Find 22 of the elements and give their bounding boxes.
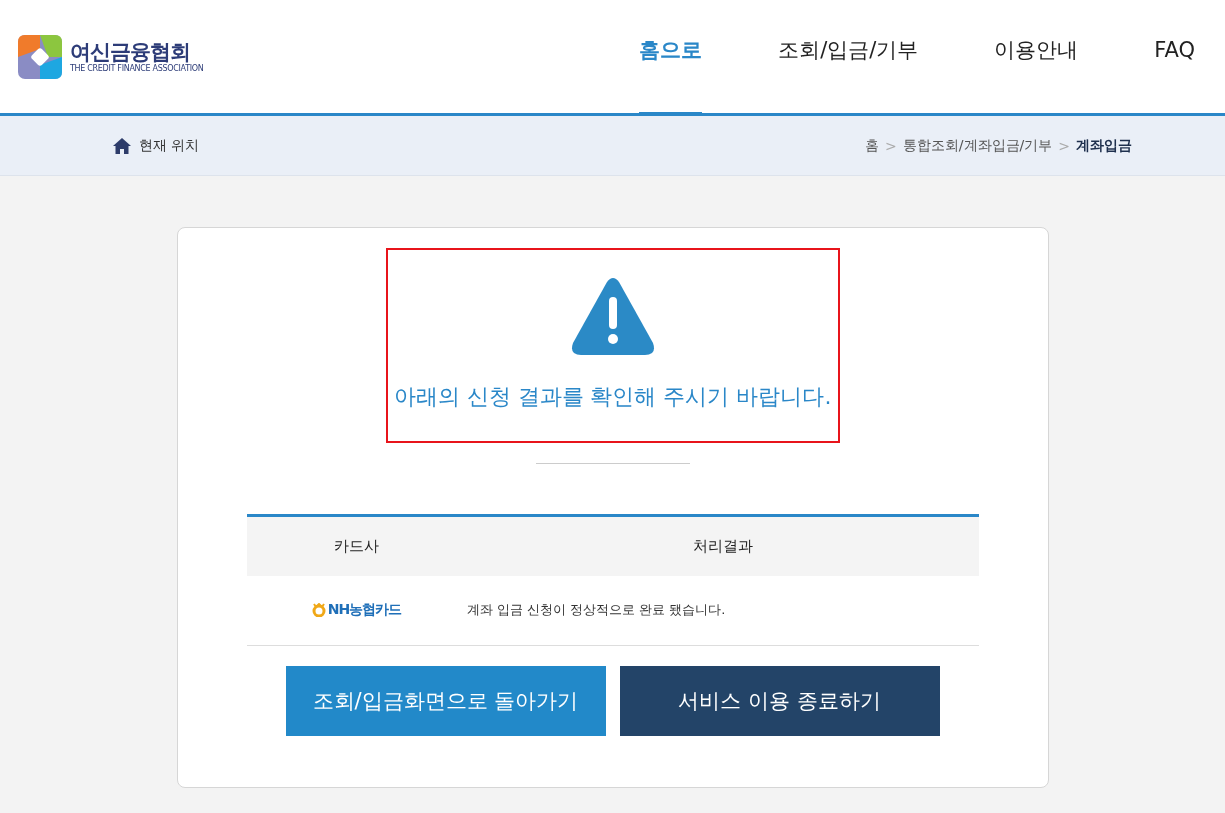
location-label: 현재 위치 (139, 136, 200, 155)
column-header: 카드사 (246, 515, 467, 576)
breadcrumb-separator: > (1058, 137, 1070, 154)
back-button[interactable]: 조회/입금화면으로 돌아가기 (285, 666, 606, 736)
logo-name: 여신금융협회 (70, 40, 191, 64)
logo-icon (18, 34, 62, 79)
column-header: 처리결과 (466, 515, 979, 576)
logo-subtitle: THE CREDIT FINANCE ASSOCIATION (70, 64, 204, 73)
breadcrumb-link[interactable]: 계좌입금 (1076, 136, 1132, 155)
breadcrumb-link[interactable]: 홈 (865, 136, 880, 155)
nav-tab[interactable]: 이용안내 (994, 0, 1079, 116)
bank-emblem-icon (311, 602, 326, 617)
result-cell: 계좌 입금 신청이 정상적으로 완료 됐습니다. (466, 575, 979, 646)
warning-icon (570, 277, 655, 355)
end-service-button[interactable]: 서비스 이용 종료하기 (619, 666, 940, 736)
nav-tab[interactable]: FAQ (1154, 0, 1195, 116)
nav-tab[interactable]: 조회/입금/기부 (778, 0, 919, 116)
breadcrumb-link[interactable]: 통합조회/계좌입금/기부 (902, 136, 1053, 155)
notice-message: 아래의 신청 결과를 확인해 주시기 바랍니다. (393, 383, 832, 411)
breadcrumb-separator: > (885, 137, 897, 154)
home-icon (113, 137, 131, 154)
card-company-name: NH농협카드 (327, 600, 402, 619)
